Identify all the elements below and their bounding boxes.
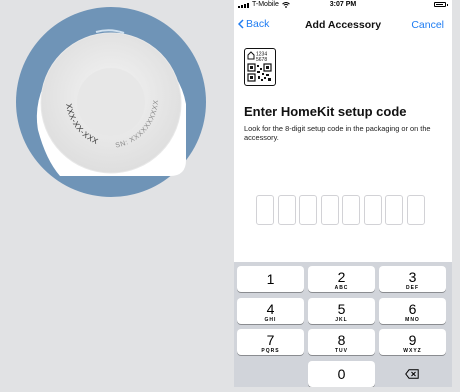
numeric-keypad: 1 2 ABC 3 DEF 4 GHI 5 JKL 6 MNO 7 PQRS 8 TUV 9 WXYZ 0: [234, 262, 452, 387]
key-3[interactable]: 3 DEF: [379, 266, 446, 292]
device-drawing: XXX-XX-XXX SN: XXXXXXXXXX: [16, 7, 206, 197]
key-6[interactable]: 6 MNO: [379, 298, 446, 324]
qr-code-icon: 1234 5678: [244, 48, 276, 86]
status-bar: T-Mobile 3:07 PM: [234, 0, 452, 10]
key-2[interactable]: 2 ABC: [308, 266, 375, 292]
key-letters: WXYZ: [403, 348, 422, 354]
key-5[interactable]: 5 JKL: [308, 298, 375, 324]
code-digit-field[interactable]: [342, 195, 360, 225]
key-letters: TUV: [335, 348, 348, 354]
cancel-button[interactable]: Cancel: [411, 19, 444, 31]
setup-title: Enter HomeKit setup code: [244, 104, 407, 119]
key-0[interactable]: 0: [308, 361, 375, 387]
key-8[interactable]: 8 TUV: [308, 329, 375, 355]
key-letters: PQRS: [261, 348, 280, 354]
key-digit: 8: [337, 332, 346, 348]
key-letters: DEF: [406, 285, 419, 291]
key-digit: 7: [266, 332, 275, 348]
key-digit: 5: [337, 301, 346, 317]
code-digit-field[interactable]: [385, 195, 403, 225]
key-digit: 4: [266, 301, 275, 317]
key-4[interactable]: 4 GHI: [237, 298, 304, 324]
setup-code-fields[interactable]: [256, 195, 425, 225]
key-digit: 2: [337, 269, 346, 285]
key-7[interactable]: 7 PQRS: [237, 329, 304, 355]
key-letters: JKL: [335, 317, 348, 323]
nav-bar: Back Add Accessory Cancel: [234, 14, 452, 38]
code-digit-field[interactable]: [277, 195, 296, 225]
key-digit: 6: [408, 301, 417, 317]
device-center: [77, 68, 145, 136]
key-digit: 3: [408, 269, 417, 285]
code-digit-field[interactable]: [363, 195, 382, 225]
phone-screen: T-Mobile 3:07 PM Back Add Accessory Canc…: [234, 0, 452, 387]
key-digit: 9: [408, 332, 417, 348]
key-9[interactable]: 9 WXYZ: [379, 329, 446, 355]
key-digit: 1: [266, 271, 275, 287]
key-letters: ABC: [334, 285, 349, 291]
code-digit-field[interactable]: [406, 195, 425, 225]
qr-code-bottom: 5678: [256, 57, 267, 63]
key-letters: GHI: [264, 317, 277, 323]
status-time: 3:07 PM: [329, 1, 357, 8]
code-digit-field[interactable]: [299, 195, 317, 225]
code-digit-field[interactable]: [256, 195, 274, 225]
setup-description: Look for the 8-digit setup code in the p…: [244, 124, 431, 142]
device-illustration: XXX-XX-XXX SN: XXXXXXXXXX: [0, 0, 230, 387]
key-letters: MNO: [405, 317, 420, 323]
battery-icon: [434, 2, 448, 7]
key-1[interactable]: 1: [237, 266, 304, 292]
key-digit: 0: [337, 366, 346, 382]
code-digit-field[interactable]: [320, 195, 339, 225]
backspace-icon: [404, 369, 419, 379]
delete-key[interactable]: [378, 361, 445, 387]
